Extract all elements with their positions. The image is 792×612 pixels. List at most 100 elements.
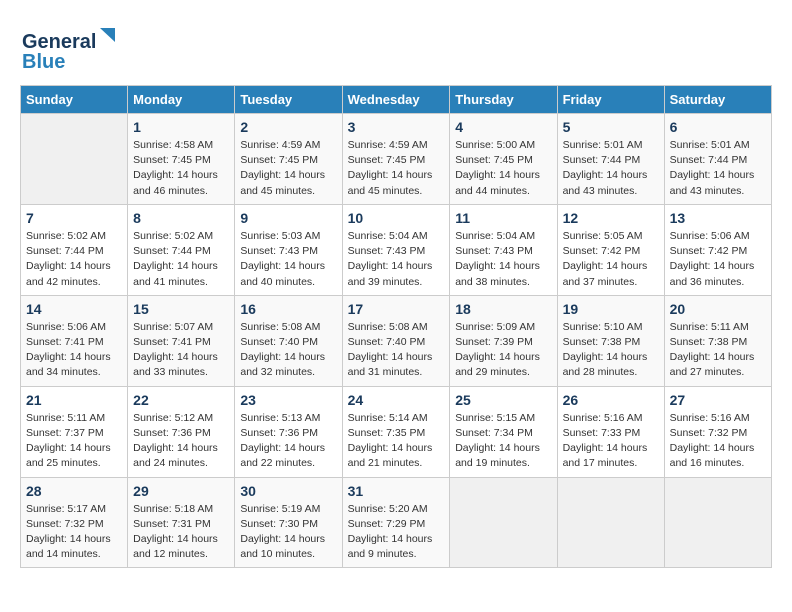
day-info: Sunrise: 5:11 AM Sunset: 7:37 PM Dayligh… <box>26 411 122 472</box>
header-row: SundayMondayTuesdayWednesdayThursdayFrid… <box>21 86 772 114</box>
day-number: 26 <box>563 392 659 408</box>
week-row-5: 28 Sunrise: 5:17 AM Sunset: 7:32 PM Dayli… <box>21 477 772 568</box>
day-info: Sunrise: 5:20 AM Sunset: 7:29 PM Dayligh… <box>348 502 445 563</box>
calendar-cell: 12Sunrise: 5:05 AM Sunset: 7:42 PM Dayli… <box>557 204 664 295</box>
day-number: 9 <box>240 210 336 226</box>
day-number: 12 <box>563 210 659 226</box>
week-row-4: 21 Sunrise: 5:11 AM Sunset: 7:37 PM Dayli… <box>21 386 772 477</box>
calendar-cell: 26Sunrise: 5:16 AM Sunset: 7:33 PM Dayli… <box>557 386 664 477</box>
column-header-monday: Monday <box>128 86 235 114</box>
calendar-cell <box>450 477 557 568</box>
day-info: Sunrise: 5:17 AM Sunset: 7:32 PM Dayligh… <box>26 502 122 563</box>
day-info: Sunrise: 5:00 AM Sunset: 7:45 PM Dayligh… <box>455 138 551 199</box>
day-number: 25 <box>455 392 551 408</box>
calendar-cell: 27Sunrise: 5:16 AM Sunset: 7:32 PM Dayli… <box>664 386 771 477</box>
day-number: 18 <box>455 301 551 317</box>
svg-text:Blue: Blue <box>22 51 65 73</box>
calendar-cell: 28 Sunrise: 5:17 AM Sunset: 7:32 PM Dayli… <box>21 477 128 568</box>
day-number: 6 <box>670 119 766 135</box>
day-number: 17 <box>348 301 445 317</box>
column-header-friday: Friday <box>557 86 664 114</box>
day-number: 2 <box>240 119 336 135</box>
day-info: Sunrise: 5:07 AM Sunset: 7:41 PM Dayligh… <box>133 320 229 381</box>
calendar-cell <box>557 477 664 568</box>
logo: General Blue <box>20 20 120 75</box>
calendar-cell <box>664 477 771 568</box>
calendar-cell: 30Sunrise: 5:19 AM Sunset: 7:30 PM Dayli… <box>235 477 342 568</box>
day-info: Sunrise: 5:08 AM Sunset: 7:40 PM Dayligh… <box>240 320 336 381</box>
column-header-sunday: Sunday <box>21 86 128 114</box>
logo-svg: General Blue <box>20 20 120 75</box>
day-info: Sunrise: 5:02 AM Sunset: 7:44 PM Dayligh… <box>26 229 122 290</box>
calendar-cell: 3 Sunrise: 4:59 AM Sunset: 7:45 PM Daylig… <box>342 114 450 205</box>
calendar-cell: 22 Sunrise: 5:12 AM Sunset: 7:36 PM Dayli… <box>128 386 235 477</box>
day-number: 3 <box>348 119 445 135</box>
calendar-cell: 25 Sunrise: 5:15 AM Sunset: 7:34 PM Dayli… <box>450 386 557 477</box>
day-number: 13 <box>670 210 766 226</box>
day-info: Sunrise: 5:03 AM Sunset: 7:43 PM Dayligh… <box>240 229 336 290</box>
calendar-cell: 29 Sunrise: 5:18 AM Sunset: 7:31 PM Dayli… <box>128 477 235 568</box>
calendar-cell: 31 Sunrise: 5:20 AM Sunset: 7:29 PM Dayli… <box>342 477 450 568</box>
calendar-cell: 8 Sunrise: 5:02 AM Sunset: 7:44 PM Daylig… <box>128 204 235 295</box>
day-number: 30 <box>240 483 336 499</box>
day-info: Sunrise: 5:04 AM Sunset: 7:43 PM Dayligh… <box>348 229 445 290</box>
calendar-cell: 18 Sunrise: 5:09 AM Sunset: 7:39 PM Dayli… <box>450 295 557 386</box>
day-info: Sunrise: 5:18 AM Sunset: 7:31 PM Dayligh… <box>133 502 229 563</box>
day-info: Sunrise: 5:04 AM Sunset: 7:43 PM Dayligh… <box>455 229 551 290</box>
calendar-cell: 10Sunrise: 5:04 AM Sunset: 7:43 PM Dayli… <box>342 204 450 295</box>
day-number: 27 <box>670 392 766 408</box>
day-info: Sunrise: 5:11 AM Sunset: 7:38 PM Dayligh… <box>670 320 766 381</box>
calendar-cell: 14 Sunrise: 5:06 AM Sunset: 7:41 PM Dayli… <box>21 295 128 386</box>
calendar-cell: 21 Sunrise: 5:11 AM Sunset: 7:37 PM Dayli… <box>21 386 128 477</box>
day-info: Sunrise: 5:09 AM Sunset: 7:39 PM Dayligh… <box>455 320 551 381</box>
day-number: 14 <box>26 301 122 317</box>
day-info: Sunrise: 5:12 AM Sunset: 7:36 PM Dayligh… <box>133 411 229 472</box>
calendar-table: SundayMondayTuesdayWednesdayThursdayFrid… <box>20 85 772 568</box>
calendar-cell: 15 Sunrise: 5:07 AM Sunset: 7:41 PM Dayli… <box>128 295 235 386</box>
calendar-cell: 2 Sunrise: 4:59 AM Sunset: 7:45 PM Daylig… <box>235 114 342 205</box>
day-number: 7 <box>26 210 122 226</box>
day-number: 11 <box>455 210 551 226</box>
day-number: 20 <box>670 301 766 317</box>
week-row-3: 14 Sunrise: 5:06 AM Sunset: 7:41 PM Dayli… <box>21 295 772 386</box>
calendar-cell <box>21 114 128 205</box>
day-info: Sunrise: 5:14 AM Sunset: 7:35 PM Dayligh… <box>348 411 445 472</box>
day-info: Sunrise: 5:13 AM Sunset: 7:36 PM Dayligh… <box>240 411 336 472</box>
day-info: Sunrise: 4:59 AM Sunset: 7:45 PM Dayligh… <box>348 138 445 199</box>
calendar-cell: 23 Sunrise: 5:13 AM Sunset: 7:36 PM Dayli… <box>235 386 342 477</box>
calendar-cell: 17 Sunrise: 5:08 AM Sunset: 7:40 PM Dayli… <box>342 295 450 386</box>
calendar-cell: 4 Sunrise: 5:00 AM Sunset: 7:45 PM Daylig… <box>450 114 557 205</box>
day-number: 23 <box>240 392 336 408</box>
day-info: Sunrise: 5:01 AM Sunset: 7:44 PM Dayligh… <box>670 138 766 199</box>
calendar-cell: 16Sunrise: 5:08 AM Sunset: 7:40 PM Dayli… <box>235 295 342 386</box>
calendar-cell: 24 Sunrise: 5:14 AM Sunset: 7:35 PM Dayli… <box>342 386 450 477</box>
day-number: 29 <box>133 483 229 499</box>
calendar-cell: 19 Sunrise: 5:10 AM Sunset: 7:38 PM Dayli… <box>557 295 664 386</box>
day-number: 4 <box>455 119 551 135</box>
calendar-cell: 9 Sunrise: 5:03 AM Sunset: 7:43 PM Daylig… <box>235 204 342 295</box>
page-header: General Blue <box>20 20 772 75</box>
calendar-cell: 5Sunrise: 5:01 AM Sunset: 7:44 PM Daylig… <box>557 114 664 205</box>
day-info: Sunrise: 4:59 AM Sunset: 7:45 PM Dayligh… <box>240 138 336 199</box>
day-number: 8 <box>133 210 229 226</box>
day-info: Sunrise: 5:15 AM Sunset: 7:34 PM Dayligh… <box>455 411 551 472</box>
day-info: Sunrise: 5:06 AM Sunset: 7:41 PM Dayligh… <box>26 320 122 381</box>
day-number: 1 <box>133 119 229 135</box>
column-header-saturday: Saturday <box>664 86 771 114</box>
day-number: 21 <box>26 392 122 408</box>
day-number: 19 <box>563 301 659 317</box>
calendar-cell: 11 Sunrise: 5:04 AM Sunset: 7:43 PM Dayli… <box>450 204 557 295</box>
calendar-cell: 20 Sunrise: 5:11 AM Sunset: 7:38 PM Dayli… <box>664 295 771 386</box>
day-number: 24 <box>348 392 445 408</box>
calendar-cell: 1Sunrise: 4:58 AM Sunset: 7:45 PM Daylig… <box>128 114 235 205</box>
week-row-2: 7 Sunrise: 5:02 AM Sunset: 7:44 PM Daylig… <box>21 204 772 295</box>
day-info: Sunrise: 5:08 AM Sunset: 7:40 PM Dayligh… <box>348 320 445 381</box>
column-header-wednesday: Wednesday <box>342 86 450 114</box>
day-info: Sunrise: 5:02 AM Sunset: 7:44 PM Dayligh… <box>133 229 229 290</box>
day-number: 28 <box>26 483 122 499</box>
day-number: 22 <box>133 392 229 408</box>
svg-text:General: General <box>22 31 96 53</box>
day-info: Sunrise: 5:10 AM Sunset: 7:38 PM Dayligh… <box>563 320 659 381</box>
day-number: 31 <box>348 483 445 499</box>
day-number: 15 <box>133 301 229 317</box>
